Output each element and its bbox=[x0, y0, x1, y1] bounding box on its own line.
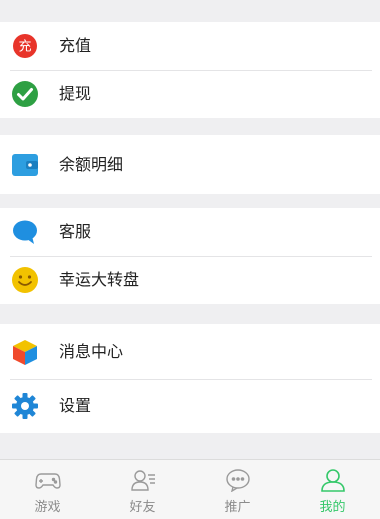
menu-item-messages[interactable]: 消息中心 bbox=[0, 324, 380, 379]
tab-label: 推广 bbox=[224, 500, 251, 515]
tab-label: 我的 bbox=[319, 500, 346, 515]
menu-item-balance-detail[interactable]: 余额明细 bbox=[0, 135, 380, 194]
menu-item-label: 充值 bbox=[59, 36, 92, 55]
chat-dots-icon bbox=[225, 468, 251, 492]
tab-label: 好友 bbox=[129, 500, 156, 515]
menu-item-settings[interactable]: 设置 bbox=[0, 379, 380, 433]
chat-bubble-icon bbox=[11, 218, 39, 246]
tab-games[interactable]: 游戏 bbox=[0, 460, 95, 519]
recharge-icon: 充 bbox=[11, 32, 39, 60]
svg-text:充: 充 bbox=[18, 39, 31, 55]
gear-icon bbox=[11, 392, 39, 420]
check-circle-icon bbox=[11, 80, 39, 108]
menu-item-label: 幸运大转盘 bbox=[59, 270, 140, 289]
cube-icon bbox=[11, 338, 39, 366]
bottom-tab-bar: 游戏 好友 推广 我的 bbox=[0, 459, 380, 519]
menu-item-label: 设置 bbox=[59, 396, 92, 415]
wallet-actions-group: 充 充值 提现 bbox=[0, 22, 380, 118]
menu-item-label: 提现 bbox=[59, 84, 92, 103]
friends-icon bbox=[130, 468, 156, 492]
menu-item-label: 消息中心 bbox=[59, 341, 124, 361]
wallet-icon bbox=[11, 151, 39, 179]
tab-promote[interactable]: 推广 bbox=[190, 460, 285, 519]
menu-item-withdraw[interactable]: 提现 bbox=[0, 70, 380, 118]
menu-item-recharge[interactable]: 充 充值 bbox=[0, 22, 380, 70]
menu-item-customer-service[interactable]: 客服 bbox=[0, 208, 380, 256]
menu-item-label: 余额明细 bbox=[59, 154, 124, 174]
tab-label: 游戏 bbox=[34, 500, 61, 515]
tab-friends[interactable]: 好友 bbox=[95, 460, 190, 519]
user-icon bbox=[320, 468, 346, 492]
balance-group: 余额明细 bbox=[0, 135, 380, 194]
support-group: 客服 幸运大转盘 bbox=[0, 208, 380, 304]
system-group: 消息中心 设置 bbox=[0, 324, 380, 433]
menu-item-lucky-wheel[interactable]: 幸运大转盘 bbox=[0, 256, 380, 304]
smiley-icon bbox=[11, 266, 39, 294]
tab-mine[interactable]: 我的 bbox=[285, 460, 380, 519]
gamepad-icon bbox=[34, 468, 61, 492]
menu-item-label: 客服 bbox=[59, 222, 92, 241]
